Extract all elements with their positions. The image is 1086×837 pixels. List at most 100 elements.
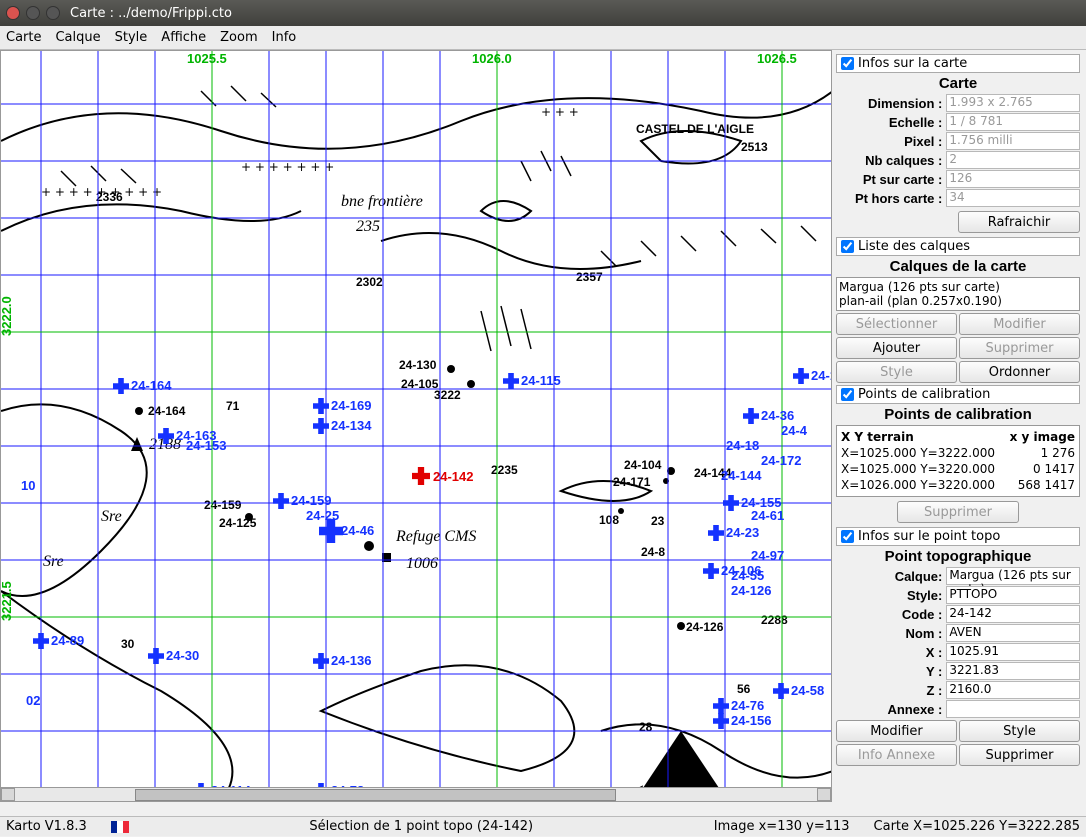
style-field[interactable]: PTTOPO	[946, 586, 1080, 604]
svg-text:24-61: 24-61	[751, 508, 784, 523]
carte-xy: Carte X=1025.226 Y=3222.285	[874, 819, 1080, 834]
chk-infos-carte[interactable]	[841, 57, 854, 70]
selectionner-button[interactable]: Sélectionner	[836, 313, 957, 335]
marker-24-164[interactable]: 24-164	[113, 378, 172, 394]
marker-24-46[interactable]: 24-46	[319, 519, 374, 543]
minimize-icon[interactable]	[26, 6, 40, 20]
calib-title: Points de calibration	[836, 406, 1080, 423]
marker-24-115[interactable]: 24-115	[503, 373, 561, 389]
modifier-pt-button[interactable]: Modifier	[836, 720, 957, 742]
svg-text:24-155: 24-155	[741, 495, 781, 510]
chk-pts-calib[interactable]	[841, 388, 854, 401]
menu-info[interactable]: Info	[272, 30, 297, 45]
svg-text:24-136: 24-136	[331, 653, 371, 668]
marker-24-136[interactable]: 24-136	[313, 653, 371, 669]
selection-status: Sélection de 1 point topo (24-142)	[153, 819, 690, 834]
list-item[interactable]: Margua (126 pts sur carte)	[839, 280, 1077, 294]
scroll-thumb[interactable]	[135, 789, 616, 801]
marker-24-159[interactable]: 24-159	[273, 493, 331, 509]
nom-field[interactable]: AVEN	[946, 624, 1080, 642]
marker-24-76[interactable]: 24-76	[713, 698, 764, 714]
z-field[interactable]: 2160.0	[946, 681, 1080, 699]
menu-carte[interactable]: Carte	[6, 30, 41, 45]
style-pt-button[interactable]: Style	[959, 720, 1080, 742]
lbl-infos-carte: Infos sur la carte	[858, 56, 967, 71]
marker-24-89[interactable]: 24-89	[33, 633, 84, 649]
svg-text:24-125: 24-125	[219, 516, 257, 530]
ptsur-field: 126	[946, 170, 1080, 188]
map-svg: + + + + + + + + + + + + + + + + + + + CA…	[1, 51, 832, 789]
marker-24-156[interactable]: 24-156	[713, 713, 771, 729]
marker-24-36[interactable]: 24-36	[743, 408, 794, 424]
info-annexe-button[interactable]: Info Annexe	[836, 744, 957, 766]
scroll-right-icon[interactable]	[817, 788, 831, 801]
marker-10[interactable]: 10	[21, 478, 35, 493]
marker-24-4[interactable]: 24-4	[781, 423, 808, 438]
marker-24-126[interactable]: 24-126	[731, 583, 771, 598]
svg-text:24-159: 24-159	[291, 493, 331, 508]
grid-y-0: 3222.0	[1, 296, 14, 336]
svg-text:24-106: 24-106	[721, 563, 761, 578]
chk-liste-calques[interactable]	[841, 240, 854, 253]
h-scrollbar[interactable]	[1, 787, 831, 801]
svg-text:108: 108	[599, 513, 619, 527]
map-label-castel: CASTEL DE L'AIGLE	[636, 122, 754, 136]
menu-style[interactable]: Style	[115, 30, 148, 45]
rafraichir-button[interactable]: Rafraichir	[958, 211, 1080, 233]
marker-24-30[interactable]: 24-30	[148, 648, 199, 664]
dimension-field: 1.993 x 2.765	[946, 94, 1080, 112]
annexe-field[interactable]	[946, 700, 1080, 718]
version-label: Karto V1.8.3	[6, 819, 87, 834]
svg-text:2302: 2302	[356, 275, 383, 289]
window-title: Carte : ../demo/Frippi.cto	[70, 6, 232, 21]
marker-24-172[interactable]: 24-172	[761, 453, 801, 468]
svg-text:24-156: 24-156	[731, 713, 771, 728]
marker-24-18[interactable]: 24-18	[726, 438, 759, 453]
style-button[interactable]: Style	[836, 361, 957, 383]
calib-list[interactable]: X Y terrainx y image X=1025.000 Y=3222.0…	[836, 425, 1080, 497]
marker-24-153[interactable]: 24-153	[186, 438, 226, 453]
supprimer-calib-button[interactable]: Supprimer	[897, 501, 1019, 523]
supprimer-button[interactable]: Supprimer	[959, 337, 1080, 359]
svg-text:24-97: 24-97	[751, 548, 784, 563]
table-row: X=1026.000 Y=3220.000568 1417	[841, 478, 1075, 492]
ajouter-button[interactable]: Ajouter	[836, 337, 957, 359]
y-field[interactable]: 3221.83	[946, 662, 1080, 680]
marker-24-134[interactable]: 24-134	[313, 418, 372, 434]
list-item[interactable]: plan-ail (plan 0.257x0.190)	[839, 294, 1077, 308]
menu-affiche[interactable]: Affiche	[161, 30, 206, 45]
svg-text:24-58: 24-58	[791, 683, 824, 698]
marker-24-58[interactable]: 24-58	[773, 683, 824, 699]
supprimer-pt-button[interactable]: Supprimer	[959, 744, 1080, 766]
marker-24-23[interactable]: 24-23	[708, 525, 759, 541]
marker-24-12[interactable]: 24-12	[793, 368, 832, 384]
svg-text:1006: 1006	[406, 555, 438, 572]
svg-text:2357: 2357	[576, 270, 603, 284]
marker-24-155[interactable]: 24-155	[723, 495, 781, 511]
svg-text:30: 30	[121, 637, 135, 651]
x-field[interactable]: 1025.91	[946, 643, 1080, 661]
marker-02[interactable]: 02	[26, 693, 40, 708]
svg-text:24-36: 24-36	[761, 408, 794, 423]
map-canvas[interactable]: + + + + + + + + + + + + + + + + + + + CA…	[0, 50, 832, 802]
menu-calque[interactable]: Calque	[55, 30, 100, 45]
marker-24-144[interactable]: 24-144	[721, 468, 762, 483]
marker-24-106[interactable]: 24-106	[703, 563, 761, 579]
calques-list[interactable]: Margua (126 pts sur carte) plan-ail (pla…	[836, 277, 1080, 311]
grid-x-0: 1025.5	[187, 51, 227, 66]
scroll-left-icon[interactable]	[1, 788, 15, 801]
selected-marker[interactable]: 24-142	[412, 467, 473, 485]
modifier-button[interactable]: Modifier	[959, 313, 1080, 335]
svg-text:24-12: 24-12	[811, 368, 832, 383]
svg-text:24-172: 24-172	[761, 453, 801, 468]
marker-24-97[interactable]: 24-97	[751, 548, 784, 563]
ordonner-button[interactable]: Ordonner	[959, 361, 1080, 383]
marker-24-61[interactable]: 24-61	[751, 508, 784, 523]
marker-24-169[interactable]: 24-169	[313, 398, 371, 414]
calque-field[interactable]: Margua (126 pts sur carte)	[946, 567, 1080, 585]
chk-infos-pt[interactable]	[841, 530, 854, 543]
menu-zoom[interactable]: Zoom	[220, 30, 257, 45]
code-field[interactable]: 24-142	[946, 605, 1080, 623]
maximize-icon[interactable]	[46, 6, 60, 20]
close-icon[interactable]	[6, 6, 20, 20]
